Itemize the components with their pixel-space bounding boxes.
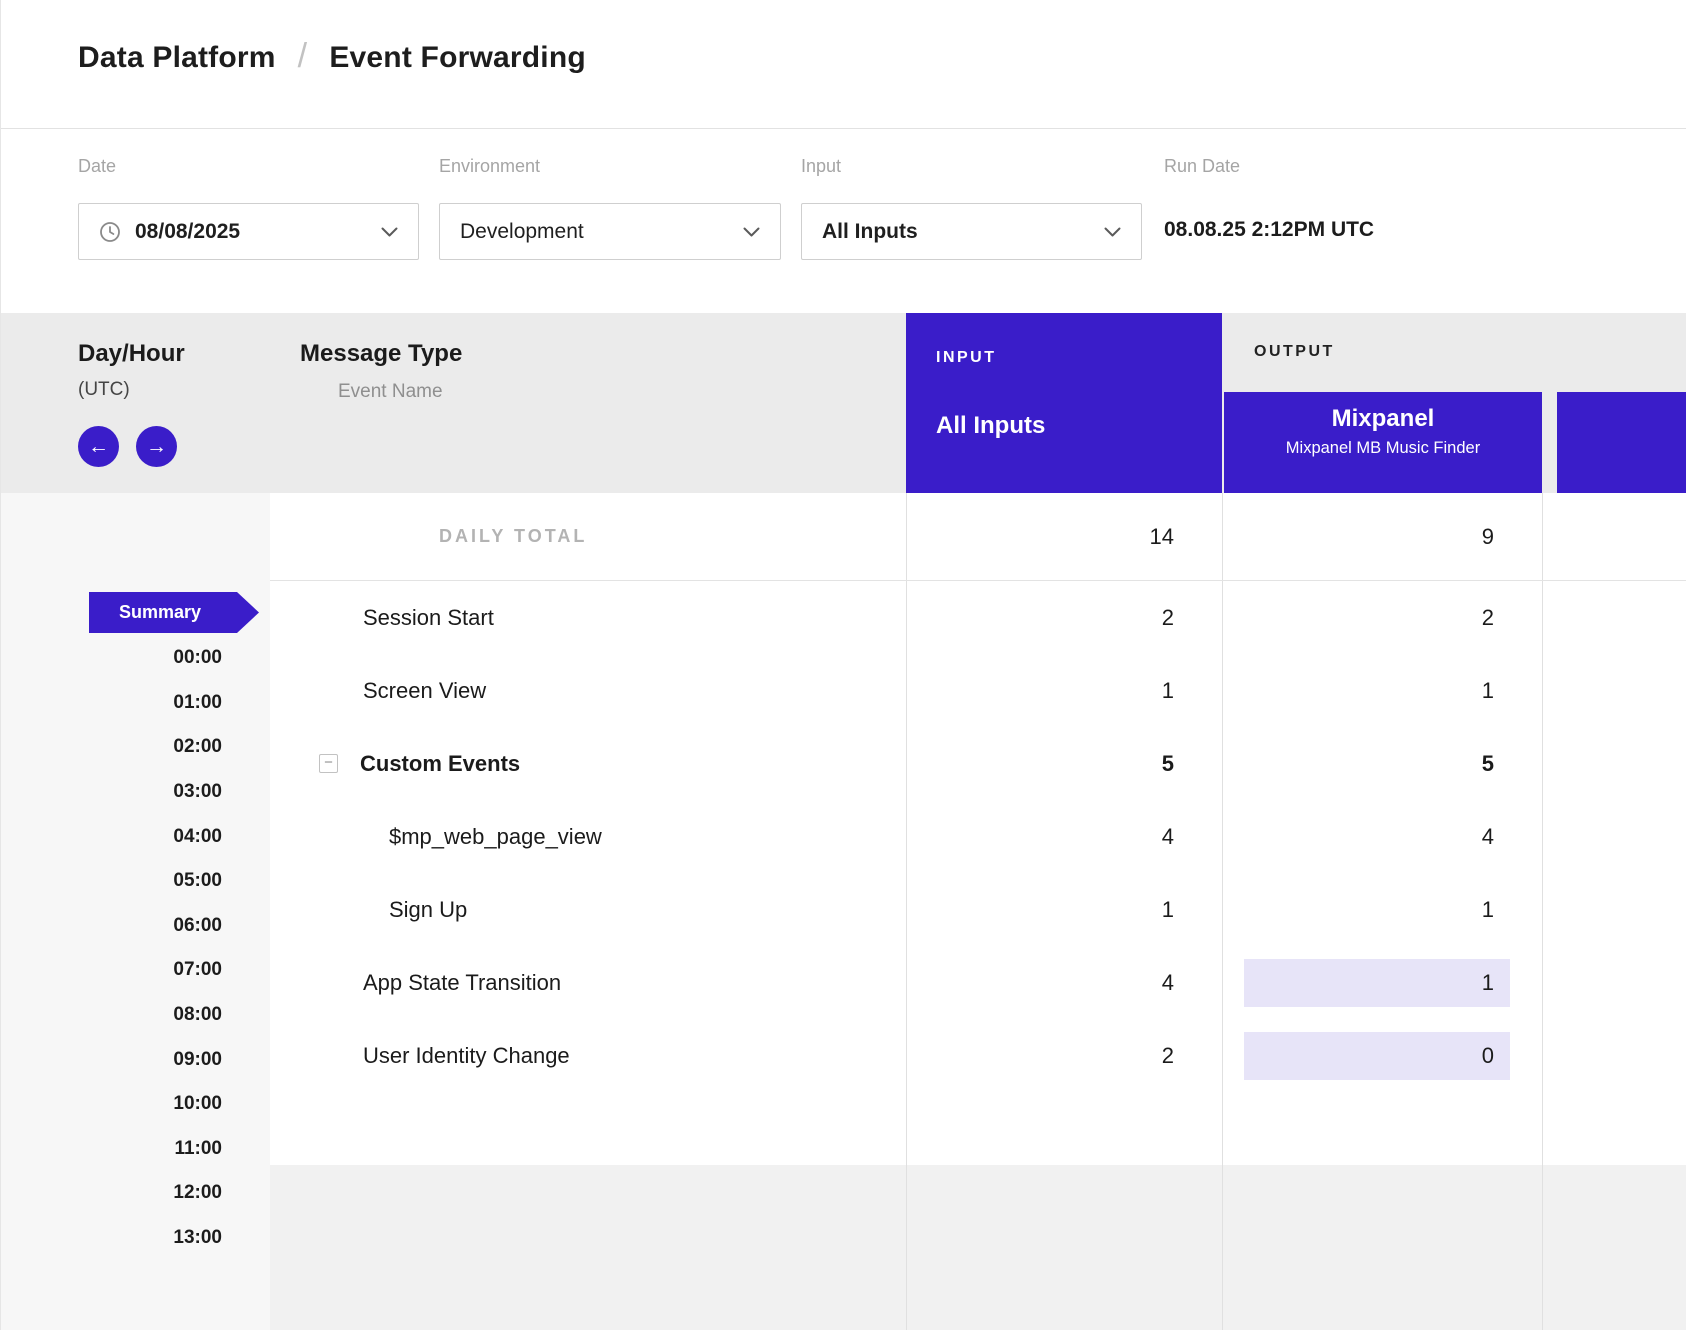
input-column-label: INPUT [936, 349, 1222, 367]
daily-total-row: DAILY TOTAL 14 9 [270, 493, 1542, 580]
date-value: 08/08/2025 [135, 220, 240, 244]
hour-row[interactable]: 02:00 [1, 725, 222, 770]
date-select[interactable]: 08/08/2025 [78, 203, 419, 260]
input-select[interactable]: All Inputs [801, 203, 1142, 260]
input-count: 2 [1162, 1032, 1190, 1080]
hour-row[interactable]: 11:00 [1, 1127, 222, 1172]
input-label: Input [801, 156, 841, 177]
daily-total-input-count: 14 [1150, 513, 1190, 561]
input-count: 1 [1162, 667, 1190, 715]
output-count: 2 [1482, 594, 1510, 642]
chevron-down-icon [381, 227, 398, 237]
table-empty-area [270, 1165, 1686, 1330]
input-count: 4 [1162, 959, 1190, 1007]
input-value: All Inputs [822, 220, 918, 244]
input-count: 4 [1162, 813, 1190, 861]
input-count: 2 [1162, 594, 1190, 642]
output-count: 1 [1482, 667, 1510, 715]
output-section-label: OUTPUT [1254, 343, 1335, 361]
date-label: Date [78, 156, 116, 177]
output-column-name: Mixpanel [1224, 405, 1542, 433]
hour-row[interactable]: 13:00 [1, 1216, 222, 1261]
event-name: Custom Events [360, 751, 520, 777]
header-divider [1, 128, 1686, 129]
previous-day-button[interactable]: ← [78, 426, 119, 467]
hour-row[interactable]: 10:00 [1, 1082, 222, 1127]
input-column-name: All Inputs [936, 412, 1222, 440]
hour-row[interactable]: 07:00 [1, 948, 222, 993]
output-column-header-mixpanel[interactable]: Mixpanel Mixpanel MB Music Finder [1224, 392, 1542, 493]
event-name: User Identity Change [363, 1043, 570, 1069]
day-nav: ← → [78, 426, 177, 467]
hour-row[interactable]: 09:00 [1, 1037, 222, 1082]
output-count: 4 [1482, 813, 1510, 861]
event-name: App State Transition [363, 970, 561, 996]
table-row: Sign Up 1 1 [270, 873, 1542, 946]
run-date-value: 08.08.25 2:12PM UTC [1164, 218, 1374, 242]
input-column-header: INPUT All Inputs [906, 313, 1222, 493]
event-name: $mp_web_page_view [389, 824, 602, 850]
table-row: $mp_web_page_view 4 4 [270, 800, 1542, 873]
hour-row[interactable]: 12:00 [1, 1171, 222, 1216]
table-row: Session Start 2 2 [270, 581, 1542, 654]
daily-total-label: DAILY TOTAL [363, 526, 587, 547]
breadcrumb: Data Platform / Event Forwarding [78, 34, 586, 82]
hour-row[interactable]: 08:00 [1, 993, 222, 1038]
message-type-subtitle: Event Name [338, 381, 443, 403]
hour-row[interactable]: 05:00 [1, 859, 222, 904]
output-count: 5 [1482, 740, 1510, 788]
table-row: App State Transition 4 1 [270, 946, 1542, 1019]
event-name: Sign Up [389, 897, 467, 923]
table-row: Screen View 1 1 [270, 654, 1542, 727]
column-separator [1542, 493, 1543, 1330]
output-count: 0 [1244, 1032, 1510, 1080]
message-type-title: Message Type [300, 340, 462, 368]
page-title: Event Forwarding [329, 41, 586, 75]
event-forwarding-page: Data Platform / Event Forwarding Date En… [0, 0, 1686, 1330]
next-day-button[interactable]: → [136, 426, 177, 467]
table-row: User Identity Change 2 0 [270, 1019, 1542, 1092]
hour-row[interactable]: 03:00 [1, 770, 222, 815]
table-row: − Custom Events 5 5 [270, 727, 1542, 800]
breadcrumb-section[interactable]: Data Platform [78, 41, 276, 75]
daily-total-output-count: 9 [1482, 513, 1510, 561]
output-count: 1 [1244, 959, 1510, 1007]
hours-list: 00:0001:0002:0003:0004:0005:0006:0007:00… [1, 636, 222, 1260]
environment-label: Environment [439, 156, 540, 177]
day-hour-title: Day/Hour [78, 340, 185, 368]
chevron-down-icon [743, 227, 760, 237]
environment-select[interactable]: Development [439, 203, 781, 260]
clock-icon [99, 221, 121, 243]
output-column-header-partial [1557, 392, 1686, 493]
day-hour-subtitle: (UTC) [78, 379, 130, 401]
hour-row[interactable]: 06:00 [1, 904, 222, 949]
summary-ribbon[interactable]: Summary [89, 592, 259, 633]
grid-header: Day/Hour (UTC) ← → Message Type Event Na… [1, 313, 1686, 493]
breadcrumb-separator: / [298, 37, 308, 76]
hour-row[interactable]: 01:00 [1, 681, 222, 726]
collapse-toggle-icon[interactable]: − [319, 754, 338, 773]
event-name: Screen View [363, 678, 486, 704]
chevron-down-icon [1104, 227, 1121, 237]
input-count: 5 [1162, 740, 1190, 788]
hour-row[interactable]: 04:00 [1, 814, 222, 859]
output-column-subtitle: Mixpanel MB Music Finder [1224, 439, 1542, 458]
environment-value: Development [460, 220, 584, 244]
event-rows: Session Start 2 2 Screen View 1 1 − Cust… [270, 581, 1542, 1092]
output-count: 1 [1482, 886, 1510, 934]
run-date-label: Run Date [1164, 156, 1240, 177]
event-table: DAILY TOTAL 14 9 Session Start 2 2 Scree… [270, 493, 1542, 1092]
event-name: Session Start [363, 605, 494, 631]
hour-row[interactable]: 00:00 [1, 636, 222, 681]
input-count: 1 [1162, 886, 1190, 934]
